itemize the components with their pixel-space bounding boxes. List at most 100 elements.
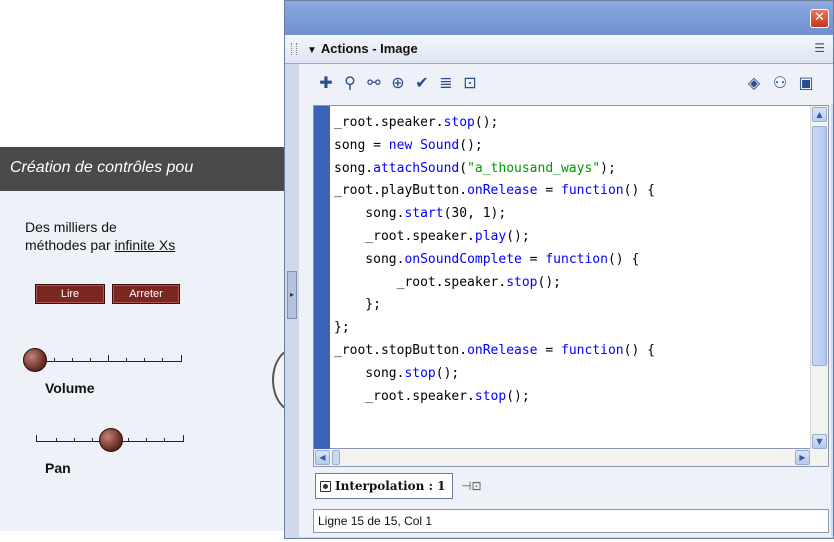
- code-string: "a_thousand_ways": [467, 160, 601, 176]
- volume-slider-tick: [126, 358, 127, 361]
- code-token: ();: [435, 365, 460, 381]
- code-keyword: stop: [443, 115, 475, 130]
- code-token: =: [537, 183, 561, 199]
- pan-slider-tick: [92, 438, 93, 441]
- scroll-right-icon[interactable]: ▶: [795, 450, 810, 465]
- code-text-area[interactable]: _root.speaker.stop(); song = new Sound();…: [334, 112, 800, 448]
- pan-slider-tick: [164, 438, 165, 441]
- code-token: song.: [334, 365, 405, 381]
- window-title-bar[interactable]: ✕: [285, 1, 833, 35]
- collapse-triangle-icon[interactable]: ▼: [307, 45, 317, 56]
- stage-banner-title: Création de contrôles pou: [10, 159, 194, 176]
- code-token: );: [600, 160, 616, 176]
- code-keyword: onSoundComplete: [404, 251, 522, 267]
- code-line[interactable]: _root.speaker.play();: [334, 226, 800, 249]
- panel-header[interactable]: ▼ Actions - Image ☰: [285, 35, 833, 64]
- pan-slider-knob[interactable]: [99, 428, 123, 452]
- vertical-scroll-thumb[interactable]: [812, 126, 827, 366]
- show-code-hint-icon[interactable]: ⊡: [459, 72, 481, 94]
- insert-target-path-icon[interactable]: ⊕: [387, 72, 409, 94]
- add-statement-icon[interactable]: ✚: [315, 72, 337, 94]
- code-line[interactable]: _root.speaker.stop();: [334, 272, 800, 295]
- stage-subtitle: Des milliers de méthodes par infinite Xs: [25, 218, 175, 254]
- horizontal-scrollbar[interactable]: ◀ ▶: [313, 449, 829, 467]
- code-token: _root.speaker.: [334, 228, 475, 244]
- script-tab-bar: Interpolation : 1 ⊣⊡: [313, 469, 829, 507]
- actions-panel-window: ✕ ▼ Actions - Image ☰ ▸ ✚ ⚲ ⚯ ⊕ ✔ ≣ ⊡ ◈ ⚇…: [284, 0, 834, 539]
- scroll-left-icon[interactable]: ◀: [315, 450, 330, 465]
- code-line[interactable]: song.attachSound("a_thousand_ways");: [334, 158, 800, 181]
- horizontal-scroll-thumb[interactable]: [332, 450, 340, 465]
- scroll-down-icon[interactable]: ▼: [812, 434, 827, 449]
- code-token: () {: [607, 251, 640, 267]
- code-line[interactable]: song = new Sound();: [334, 135, 800, 158]
- grip-icon[interactable]: [291, 43, 297, 55]
- code-keyword: onRelease: [467, 342, 538, 358]
- close-icon[interactable]: ✕: [810, 9, 829, 28]
- code-token: ();: [506, 388, 530, 404]
- vertical-scrollbar[interactable]: ▲ ▼: [810, 106, 828, 450]
- stage-subtitle-line1: Des milliers de: [25, 219, 117, 235]
- find-icon[interactable]: ⚲: [339, 72, 361, 94]
- volume-slider-tick: [90, 358, 91, 361]
- scroll-up-icon[interactable]: ▲: [812, 107, 827, 122]
- pan-slider-tick: [146, 438, 147, 441]
- pan-slider-tick: [128, 438, 129, 441]
- volume-label: Volume: [45, 380, 95, 396]
- pin-script-icon[interactable]: ⊣⊡: [461, 479, 482, 493]
- code-line[interactable]: song.onSoundComplete = function() {: [334, 249, 800, 272]
- code-token: song.: [334, 251, 405, 267]
- code-token: () {: [623, 183, 655, 199]
- reference-icon[interactable]: ◈: [743, 72, 765, 94]
- code-line[interactable]: song.start(30, 1);: [334, 203, 800, 226]
- stop-button[interactable]: Arreter: [112, 284, 180, 304]
- infinite-xs-link[interactable]: infinite Xs: [115, 237, 176, 253]
- volume-slider[interactable]: [34, 350, 182, 362]
- volume-slider-tick: [72, 358, 73, 361]
- code-line[interactable]: _root.speaker.stop();: [334, 112, 800, 135]
- actions-toolbar: ✚ ⚲ ⚯ ⊕ ✔ ≣ ⊡ ◈ ⚇ ▣: [299, 64, 833, 104]
- expand-script-nav-handle[interactable]: ▸: [287, 271, 297, 319]
- code-token: ();: [474, 115, 499, 130]
- volume-slider-tick: [108, 355, 109, 361]
- auto-format-icon[interactable]: ≣: [435, 72, 457, 94]
- tab-interpolation-label: Interpolation : 1: [335, 479, 446, 493]
- play-button[interactable]: Lire: [35, 284, 105, 304]
- pan-slider-tick: [56, 438, 57, 441]
- code-token: _root.stopButton.: [334, 342, 468, 358]
- code-keyword: start: [404, 206, 444, 222]
- code-line[interactable]: _root.playButton.onRelease = function() …: [334, 180, 800, 203]
- debug-options-icon[interactable]: ⚇: [769, 72, 791, 94]
- code-line[interactable]: _root.stopButton.onRelease = function() …: [334, 340, 800, 363]
- volume-slider-knob[interactable]: [23, 348, 47, 372]
- replace-icon[interactable]: ⚯: [363, 72, 385, 94]
- code-line[interactable]: };: [334, 317, 800, 340]
- code-token: (30, 1);: [443, 206, 507, 222]
- stage-banner: Création de contrôles pou: [0, 147, 300, 191]
- code-keyword: function: [545, 251, 608, 267]
- code-keyword: stop: [474, 388, 507, 404]
- code-token: () {: [623, 342, 655, 358]
- code-token: (: [459, 160, 468, 176]
- view-options-icon[interactable]: ▣: [795, 72, 817, 94]
- panel-title-label: Actions - Image: [320, 41, 418, 56]
- code-token: };: [334, 297, 381, 313]
- code-token: _root.speaker.: [334, 115, 444, 130]
- code-line[interactable]: song.stop();: [334, 363, 800, 386]
- tab-interpolation[interactable]: Interpolation : 1: [315, 473, 453, 499]
- code-token: ();: [459, 137, 483, 153]
- line-gutter: [314, 106, 330, 450]
- panel-options-menu-icon[interactable]: ☰: [814, 41, 825, 55]
- volume-slider-tick: [181, 355, 182, 361]
- code-line[interactable]: _root.speaker.stop();: [334, 386, 800, 409]
- code-line[interactable]: };: [334, 294, 800, 317]
- pan-slider-tick: [36, 435, 37, 441]
- check-syntax-icon[interactable]: ✔: [411, 72, 433, 94]
- volume-slider-tick: [162, 358, 163, 361]
- code-token: song =: [334, 137, 389, 153]
- script-editor[interactable]: _root.speaker.stop(); song = new Sound();…: [313, 105, 829, 450]
- panel-title[interactable]: ▼ Actions - Image: [307, 41, 418, 56]
- code-keyword: play: [474, 228, 507, 244]
- code-keyword: function: [561, 342, 624, 358]
